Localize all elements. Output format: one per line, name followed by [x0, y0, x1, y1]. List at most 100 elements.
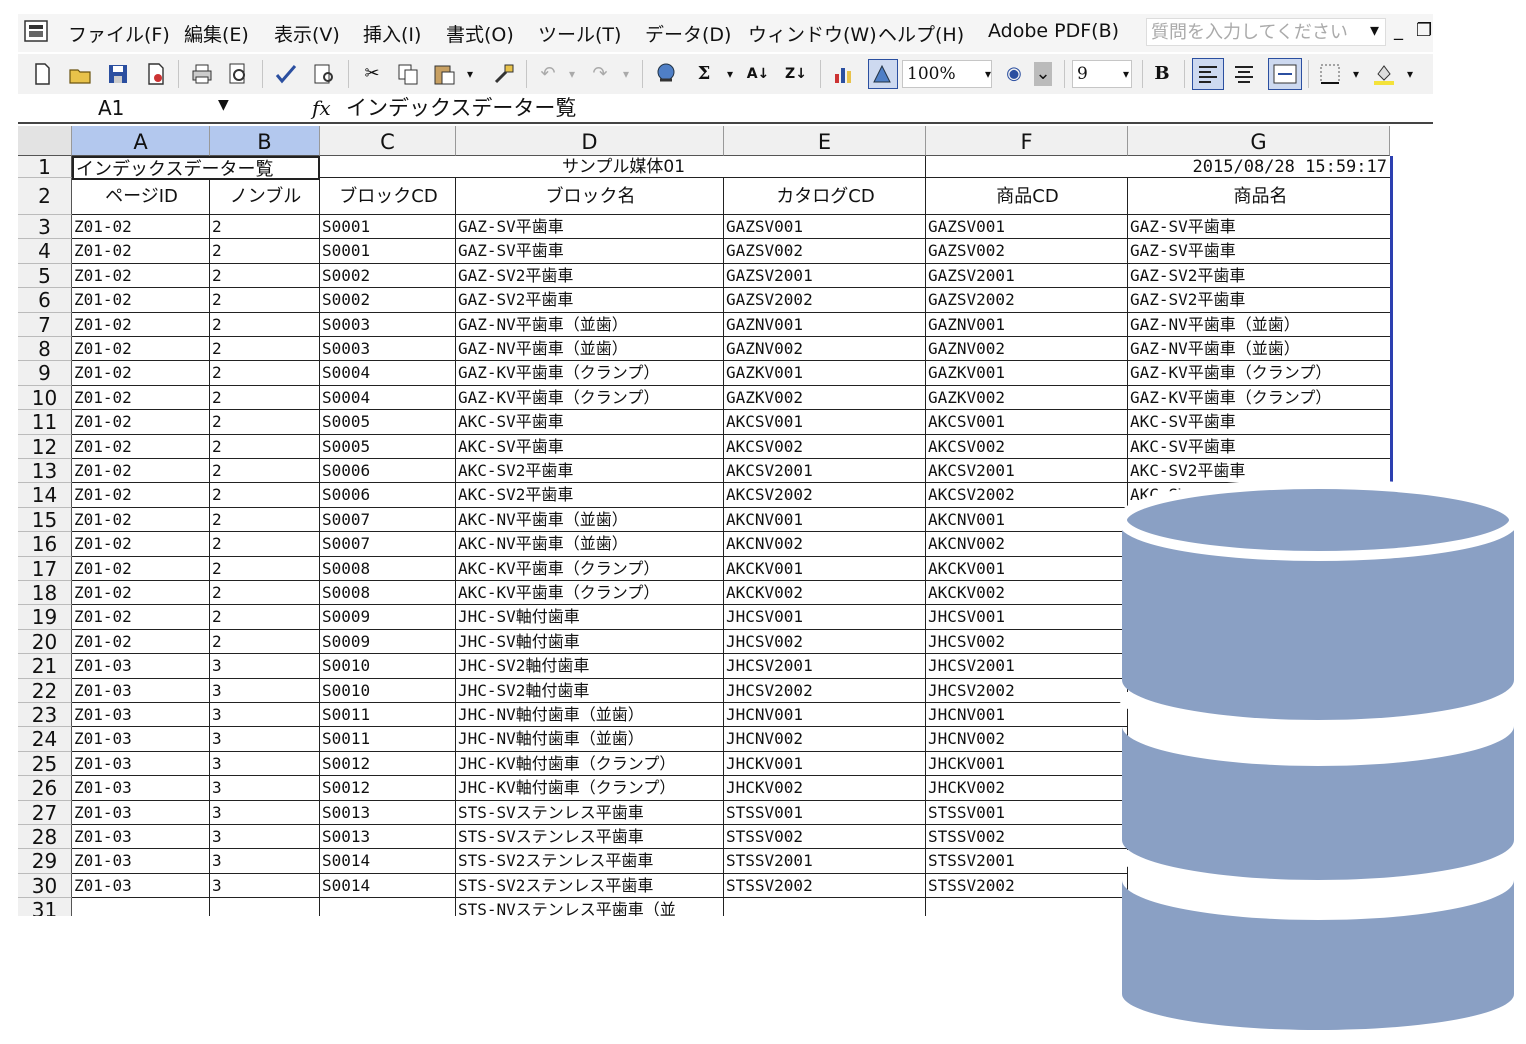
new-icon[interactable]	[30, 62, 54, 86]
name-box[interactable]: A1	[18, 94, 240, 122]
table-cell[interactable]: JHCKV001	[926, 751, 1128, 777]
timestamp-cell[interactable]: 2015/08/28 15:59:17	[926, 156, 1392, 178]
spell-icon[interactable]	[274, 62, 298, 86]
table-cell[interactable]: AKC-NV平歯車（並歯）	[456, 507, 724, 533]
table-cell[interactable]: Z01-02	[72, 507, 210, 533]
table-cell[interactable]: GAZNV001	[724, 312, 926, 337]
column-header-b[interactable]: B	[210, 126, 320, 156]
table-cell[interactable]: Z01-03	[72, 849, 210, 874]
formula-input[interactable]: インデックスデーター覧	[346, 94, 576, 122]
table-cell[interactable]: GAZKV002	[724, 385, 926, 411]
table-cell[interactable]: GAZ-SV平歯車	[456, 215, 724, 240]
row-header-27[interactable]: 27	[18, 800, 72, 825]
table-cell[interactable]: STS-SVステンレス平歯車	[456, 825, 724, 850]
table-cell[interactable]: STS-NVステンレス平歯車（並	[456, 898, 724, 916]
table-cell[interactable]: Z01-02	[72, 532, 210, 557]
format-painter-icon[interactable]	[492, 62, 516, 86]
table-cell[interactable]: JHCSV2001	[926, 654, 1128, 679]
row-header-25[interactable]: 25	[18, 751, 72, 777]
table-cell[interactable]: Z01-02	[72, 361, 210, 386]
table-cell[interactable]: S0003	[320, 337, 456, 362]
table-cell[interactable]: JHCSV2002	[926, 678, 1128, 703]
table-cell[interactable]	[724, 898, 926, 916]
paste-dropdown-icon[interactable]: ▾	[458, 62, 482, 86]
row-header-3[interactable]: 3	[18, 215, 72, 240]
table-cell[interactable]: 2	[210, 385, 320, 411]
table-cell[interactable]: Z01-02	[72, 434, 210, 459]
table-cell[interactable]: JHCNV001	[926, 703, 1128, 728]
row-header-29[interactable]: 29	[18, 849, 72, 874]
table-cell[interactable]: 2	[210, 337, 320, 362]
print-icon[interactable]	[190, 62, 214, 86]
table-cell[interactable]: S0009	[320, 605, 456, 630]
row-header-20[interactable]: 20	[18, 629, 72, 655]
sort-desc-icon[interactable]: Z↓	[784, 62, 808, 86]
table-cell[interactable]: STSSV001	[926, 800, 1128, 825]
fill-color-dropdown-icon[interactable]: ▾	[1398, 62, 1422, 86]
menu-help[interactable]: ヘルプ(H)	[878, 20, 964, 47]
table-cell[interactable]: AKCSV001	[724, 410, 926, 435]
table-cell[interactable]: S0004	[320, 361, 456, 386]
table-cell[interactable]: JHC-NV軸付歯車（並歯）	[456, 727, 724, 752]
table-cell[interactable]: GAZ-SV2平歯車	[1128, 263, 1392, 289]
row-header-21[interactable]: 21	[18, 654, 72, 679]
row-header-11[interactable]: 11	[18, 410, 72, 435]
table-cell[interactable]: JHC-NV軸付歯車（並歯）	[456, 703, 724, 728]
table-cell[interactable]: 3	[210, 849, 320, 874]
table-cell[interactable]: GAZ-SV2平歯車	[456, 263, 724, 289]
table-cell[interactable]: 3	[210, 727, 320, 752]
table-cell[interactable]: STS-SVステンレス平歯車	[456, 800, 724, 825]
table-cell[interactable]: Z01-02	[72, 288, 210, 313]
table-cell[interactable]: 3	[210, 654, 320, 679]
column-header-c[interactable]: C	[320, 126, 456, 156]
table-cell[interactable]: 3	[210, 800, 320, 825]
row-header-6[interactable]: 6	[18, 288, 72, 313]
table-cell[interactable]: JHCNV002	[724, 727, 926, 752]
table-cell[interactable]: AKCSV002	[724, 434, 926, 459]
table-cell[interactable]: Z01-02	[72, 605, 210, 630]
select-all-corner[interactable]	[18, 126, 72, 156]
table-cell[interactable]: AKC-SV平歯車	[1128, 434, 1392, 459]
table-cell[interactable]: GAZSV2001	[926, 263, 1128, 289]
table-cell[interactable]: JHCSV001	[926, 605, 1128, 630]
row-header-30[interactable]: 30	[18, 873, 72, 899]
table-cell[interactable]: Z01-03	[72, 654, 210, 679]
table-cell[interactable]: GAZ-KV平歯車（クランプ）	[1128, 385, 1392, 411]
table-cell[interactable]: 2	[210, 410, 320, 435]
table-cell[interactable]: JHC-SV2軸付歯車	[456, 678, 724, 703]
table-cell[interactable]: GAZ-NV平歯車（並歯）	[1128, 312, 1392, 337]
table-cell[interactable]: AKC-SV平歯車	[456, 434, 724, 459]
table-cell[interactable]: AKCNV002	[926, 532, 1128, 557]
column-header-g[interactable]: G	[1128, 126, 1390, 156]
title-cell[interactable]: インデックスデーター覧	[72, 156, 320, 180]
table-cell[interactable]: AKCNV001	[926, 507, 1128, 533]
row-header-17[interactable]: 17	[18, 556, 72, 581]
table-cell[interactable]: 2	[210, 556, 320, 581]
table-cell[interactable]: S0002	[320, 263, 456, 289]
table-cell[interactable]: Z01-02	[72, 337, 210, 362]
table-cell[interactable]: GAZSV002	[724, 239, 926, 264]
borders-icon[interactable]	[1318, 62, 1342, 86]
table-cell[interactable]: Z01-03	[72, 800, 210, 825]
table-cell[interactable]: GAZ-NV平歯車（並歯）	[1128, 337, 1392, 362]
table-cell[interactable]: JHC-SV2軸付歯車	[456, 654, 724, 679]
table-cell[interactable]: JHCSV002	[724, 629, 926, 655]
media-name-cell[interactable]: サンプル媒体01	[320, 156, 926, 178]
undo-dropdown-icon[interactable]: ▾	[560, 62, 584, 86]
table-cell[interactable]: AKC-SV平歯車	[1128, 410, 1392, 435]
table-cell[interactable]: AKCSV2001	[724, 459, 926, 484]
header-cell[interactable]: ノンブル	[210, 178, 320, 215]
table-cell[interactable]: AKCNV001	[724, 507, 926, 533]
table-cell[interactable]: JHCSV2002	[724, 678, 926, 703]
redo-icon[interactable]: ↷	[588, 62, 612, 86]
table-cell[interactable]: 2	[210, 507, 320, 533]
row-header-16[interactable]: 16	[18, 532, 72, 557]
table-cell[interactable]: GAZ-KV平歯車（クランプ）	[456, 361, 724, 386]
column-header-d[interactable]: D	[456, 126, 724, 156]
table-cell[interactable]: STSSV002	[926, 825, 1128, 850]
row-header-24[interactable]: 24	[18, 727, 72, 752]
copy-icon[interactable]	[396, 62, 420, 86]
table-cell[interactable]: AKC-KV平歯車（クランプ）	[456, 581, 724, 606]
table-cell[interactable]: AKC-NV平歯車（並歯）	[456, 532, 724, 557]
table-cell[interactable]: GAZSV001	[926, 215, 1128, 240]
